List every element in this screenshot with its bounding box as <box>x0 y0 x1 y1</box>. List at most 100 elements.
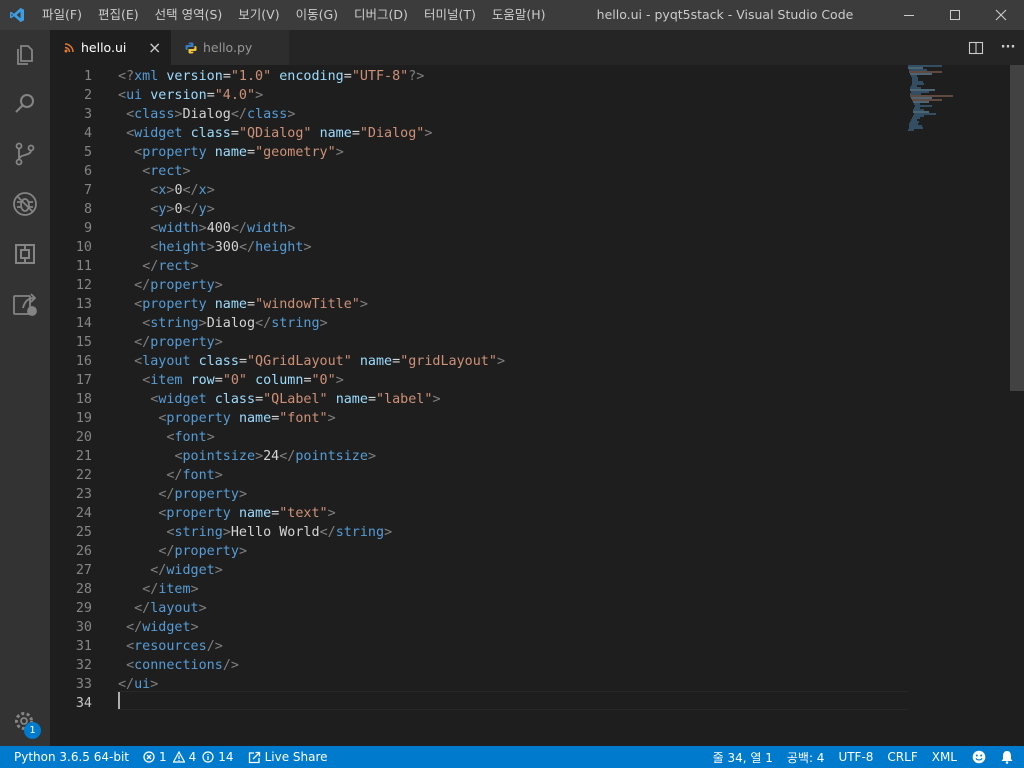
menu-file[interactable]: 파일(F) <box>34 0 90 30</box>
vertical-scrollbar[interactable] <box>1010 65 1024 746</box>
source-control-button[interactable] <box>0 130 50 178</box>
code-token: "0" <box>311 373 336 388</box>
scrollbar-thumb[interactable] <box>1010 65 1024 391</box>
code-line[interactable]: 30 </widget> <box>50 618 910 637</box>
code-line[interactable]: 13 <property name="windowTitle"> <box>50 295 910 314</box>
line-number: 16 <box>75 354 92 369</box>
code-token: widget <box>142 620 191 635</box>
live-share-button[interactable]: Live Share <box>241 746 335 768</box>
code-line[interactable]: 24 <property name="text"> <box>50 504 910 523</box>
problems-indicator[interactable]: 1 4 14 <box>136 746 241 768</box>
tab-hello-ui[interactable]: hello.ui × <box>50 30 171 65</box>
code-line[interactable]: 29 </layout> <box>50 599 910 618</box>
status-bar-right: 줄 34, 열 1 공백: 4 UTF-8 CRLF XML <box>706 746 1024 768</box>
code-line[interactable]: 1 <?xml version="1.0" encoding="UTF-8"?> <box>50 67 910 86</box>
line-number: 25 <box>75 525 92 540</box>
code-token: property <box>174 544 239 559</box>
code-token: "Dialog" <box>359 126 425 141</box>
code-line[interactable]: 8 <y>0</y> <box>50 200 910 219</box>
minimap[interactable] <box>908 65 1008 135</box>
code-token: row <box>190 373 215 388</box>
line-number: 31 <box>75 639 92 654</box>
search-button[interactable] <box>0 80 50 128</box>
line-code: </property> <box>118 333 223 352</box>
code-token: = <box>238 354 247 369</box>
code-line[interactable]: 21 <pointsize>24</pointsize> <box>50 447 910 466</box>
debug-button[interactable] <box>0 180 50 228</box>
maximize-button[interactable] <box>932 0 978 30</box>
code-token: Hello World <box>230 525 320 540</box>
code-token: property <box>142 297 207 312</box>
menu-selection[interactable]: 선택 영역(S) <box>147 0 231 30</box>
end-of-line[interactable]: CRLF <box>880 746 924 768</box>
code-line[interactable]: 17 <item row="0" column="0"> <box>50 371 910 390</box>
code-token: xml <box>134 69 159 84</box>
menu-edit[interactable]: 편집(E) <box>90 0 147 30</box>
remote-explorer-button[interactable] <box>0 280 50 328</box>
code-line[interactable]: 9 <width>400</width> <box>50 219 910 238</box>
tab-close-button[interactable]: × <box>148 38 161 57</box>
line-number: 9 <box>83 221 92 236</box>
code-token: </ <box>158 544 175 559</box>
code-token: "4.0" <box>214 88 256 103</box>
indentation[interactable]: 공백: 4 <box>780 746 832 768</box>
code-editor[interactable]: 1 <?xml version="1.0" encoding="UTF-8"?> 2… <box>50 65 1024 746</box>
python-interpreter[interactable]: Python 3.6.5 64-bit <box>0 746 136 768</box>
menu-view[interactable]: 보기(V) <box>230 0 287 30</box>
more-actions-button[interactable]: ··· <box>992 30 1024 65</box>
code-line[interactable]: 23 </property> <box>50 485 910 504</box>
language-mode[interactable]: XML <box>925 746 964 768</box>
code-line[interactable]: 6 <rect> <box>50 162 910 181</box>
minimize-button[interactable] <box>886 0 932 30</box>
line-code: <property name="geometry"> <box>118 143 344 162</box>
code-line[interactable]: 32 <connections/> <box>50 656 910 675</box>
code-line[interactable]: 7 <x>0</x> <box>50 181 910 200</box>
extensions-button[interactable] <box>0 230 50 278</box>
code-token: </ <box>319 525 336 540</box>
error-icon <box>143 751 155 763</box>
file-encoding[interactable]: UTF-8 <box>831 746 880 768</box>
split-editor-button[interactable] <box>960 30 992 65</box>
code-line[interactable]: 14 <string>Dialog</string> <box>50 314 910 333</box>
code-line[interactable]: 4 <widget class="QDialog" name="Dialog"> <box>50 124 910 143</box>
code-line[interactable]: 12 </property> <box>50 276 910 295</box>
code-line[interactable]: 19 <property name="font"> <box>50 409 910 428</box>
code-token: property <box>150 335 215 350</box>
code-line[interactable]: 11 </rect> <box>50 257 910 276</box>
explorer-button[interactable] <box>0 30 50 78</box>
maximize-icon <box>950 10 960 20</box>
code-line[interactable]: 5 <property name="geometry"> <box>50 143 910 162</box>
menu-go[interactable]: 이동(G) <box>288 0 346 30</box>
cursor-position[interactable]: 줄 34, 열 1 <box>706 746 780 768</box>
code-line[interactable]: 16 <layout class="QGridLayout" name="gri… <box>50 352 910 371</box>
code-token: = <box>367 392 376 407</box>
code-token: = <box>392 354 401 369</box>
code-line[interactable]: 10 <height>300</height> <box>50 238 910 257</box>
feedback-button[interactable] <box>964 746 994 768</box>
tab-hello-py[interactable]: hello.py <box>171 30 289 65</box>
code-line[interactable]: 20 <font> <box>50 428 910 447</box>
code-token: class <box>190 126 231 141</box>
code-line[interactable]: 27 </widget> <box>50 561 910 580</box>
code-line[interactable]: 22 </font> <box>50 466 910 485</box>
code-line[interactable]: 31 <resources/> <box>50 637 910 656</box>
code-line[interactable]: 28 </item> <box>50 580 910 599</box>
manage-button[interactable]: 1 <box>0 698 50 746</box>
close-window-button[interactable] <box>978 0 1024 30</box>
code-line[interactable]: 2 <ui version="4.0"> <box>50 86 910 105</box>
notifications-button[interactable] <box>994 746 1024 768</box>
minimize-icon <box>904 15 914 16</box>
code-line[interactable]: 26 </property> <box>50 542 910 561</box>
code-line[interactable]: 18 <widget class="QLabel" name="label"> <box>50 390 910 409</box>
menu-help[interactable]: 도움말(H) <box>484 0 554 30</box>
code-line[interactable]: 15 </property> <box>50 333 910 352</box>
menu-debug[interactable]: 디버그(D) <box>346 0 416 30</box>
menu-terminal[interactable]: 터미널(T) <box>416 0 484 30</box>
code-line[interactable]: 25 <string>Hello World</string> <box>50 523 910 542</box>
rss-icon <box>64 42 74 53</box>
window-controls <box>886 0 1024 30</box>
code-line[interactable]: 3 <class>Dialog</class> <box>50 105 910 124</box>
